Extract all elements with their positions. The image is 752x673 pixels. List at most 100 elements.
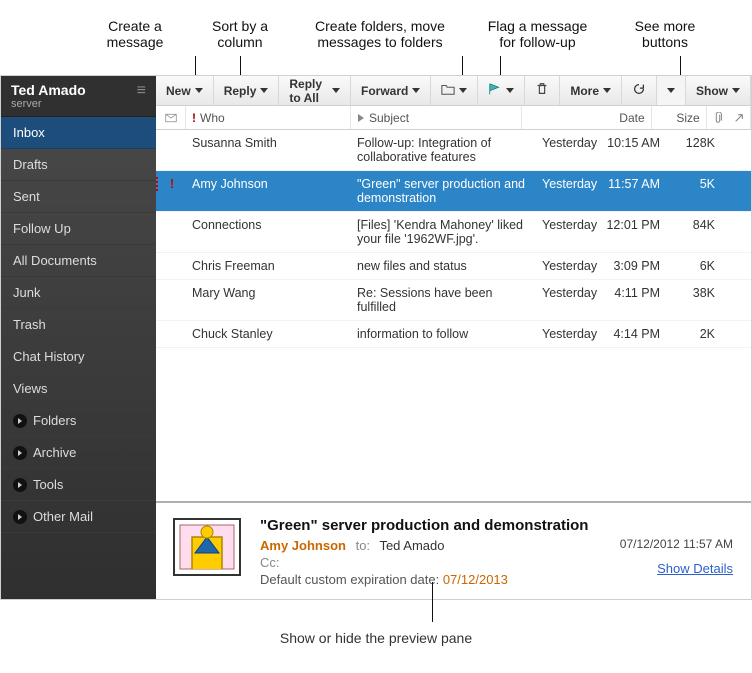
sidebar-server: server xyxy=(11,98,86,110)
sidebar-item-sent[interactable]: Sent xyxy=(1,181,156,213)
folder-icon xyxy=(441,82,455,99)
message-row[interactable]: Chris Freemannew files and statusYesterd… xyxy=(156,253,751,280)
show-details-link[interactable]: Show Details xyxy=(657,561,733,576)
sidebar-item-label: Inbox xyxy=(13,125,45,140)
subject-column[interactable]: Subject xyxy=(351,106,522,129)
sidebar-item-archive[interactable]: Archive xyxy=(1,437,156,469)
menu-icon[interactable]: ≡ xyxy=(137,82,146,100)
show-button[interactable]: Show xyxy=(686,76,751,105)
chevron-down-icon xyxy=(667,88,675,93)
new-button[interactable]: New xyxy=(156,76,214,105)
sidebar-item-tools[interactable]: Tools xyxy=(1,469,156,501)
subject-cell: "Green" server production and demonstrat… xyxy=(351,177,536,205)
who-column[interactable]: !Who xyxy=(186,106,351,129)
sidebar-item-drafts[interactable]: Drafts xyxy=(1,149,156,181)
sidebar-item-junk[interactable]: Junk xyxy=(1,277,156,309)
subject-cell: [Files] 'Kendra Mahoney' liked your file… xyxy=(351,218,536,246)
message-row[interactable]: Connections[Files] 'Kendra Mahoney' like… xyxy=(156,212,751,253)
sidebar-item-views[interactable]: Views xyxy=(1,373,156,405)
who-cell: Susanna Smith xyxy=(186,136,351,150)
preview-cc-label: Cc: xyxy=(260,555,280,570)
message-row[interactable]: Susanna SmithFollow-up: Integration of c… xyxy=(156,130,751,171)
flag-button[interactable] xyxy=(478,76,525,105)
refresh-button[interactable] xyxy=(622,76,657,105)
subject-cell: information to follow xyxy=(351,327,536,341)
arrow-icon xyxy=(734,113,744,123)
sidebar-item-label: Follow Up xyxy=(13,221,71,236)
top-callouts: Create a message Sort by a column Create… xyxy=(0,0,752,75)
mail-app: Ted Amado server ≡ Inbox Drafts Sent Follow… xyxy=(0,75,752,600)
column-headers: !Who Subject Date Size xyxy=(156,106,751,130)
checkbox-column[interactable] xyxy=(156,106,186,129)
sidebar-item-trash[interactable]: Trash xyxy=(1,309,156,341)
size-cell: 38K xyxy=(666,286,721,300)
date-cell: Yesterday4:14 PM xyxy=(536,327,666,341)
sidebar-item-label: Drafts xyxy=(13,157,48,172)
flag-cell: ! xyxy=(156,177,186,191)
sidebar-item-label: Junk xyxy=(13,285,40,300)
message-row[interactable]: ! Amy Johnson"Green" server production an… xyxy=(156,171,751,212)
sidebar-item-inbox[interactable]: Inbox xyxy=(1,117,156,149)
sidebar-item-follow-up[interactable]: Follow Up xyxy=(1,213,156,245)
overflow-button[interactable] xyxy=(657,76,686,105)
sidebar-item-label: Folders xyxy=(33,413,76,428)
who-cell: Mary Wang xyxy=(186,286,351,300)
message-row[interactable]: Mary WangRe: Sessions have been fulfille… xyxy=(156,280,751,321)
chevron-down-icon xyxy=(332,88,340,93)
folder-button[interactable] xyxy=(431,76,478,105)
refresh-icon xyxy=(632,82,646,99)
preview-pane: "Green" server production and demonstrat… xyxy=(156,501,751,599)
reply-all-button[interactable]: Reply to All xyxy=(279,76,351,105)
date-cell: Yesterday10:15 AM xyxy=(536,136,666,150)
size-cell: 128K xyxy=(666,136,721,150)
chevron-right-icon xyxy=(13,446,27,460)
more-button[interactable]: More xyxy=(560,76,622,105)
attachment-column[interactable] xyxy=(707,106,751,129)
sidebar-item-label: Archive xyxy=(33,445,76,460)
sidebar-item-label: Sent xyxy=(13,189,40,204)
sidebar-item-all-documents[interactable]: All Documents xyxy=(1,245,156,277)
size-cell: 2K xyxy=(666,327,721,341)
sidebar-item-label: Chat History xyxy=(13,349,85,364)
chevron-down-icon xyxy=(260,88,268,93)
priority-flag-icon: ! xyxy=(170,177,174,191)
preview-to: Ted Amado xyxy=(379,538,444,553)
size-cell: 5K xyxy=(666,177,721,191)
chevron-right-icon xyxy=(13,414,27,428)
size-column[interactable]: Size xyxy=(652,106,707,129)
reply-button[interactable]: Reply xyxy=(214,76,280,105)
message-list: Susanna SmithFollow-up: Integration of c… xyxy=(156,130,751,501)
sidebar-header: Ted Amado server ≡ xyxy=(1,76,156,117)
paperclip-icon xyxy=(713,112,723,124)
trash-button[interactable] xyxy=(525,76,560,105)
date-column[interactable]: Date xyxy=(522,106,652,129)
callout-create-message: Create a message xyxy=(95,18,175,50)
sidebar-item-folders[interactable]: Folders xyxy=(1,405,156,437)
callout-flag-message: Flag a message for follow-up xyxy=(480,18,595,50)
chevron-down-icon xyxy=(412,88,420,93)
bottom-callout: Show or hide the preview pane xyxy=(0,600,752,656)
who-cell: Amy Johnson xyxy=(186,177,351,191)
preview-to-label: to: xyxy=(356,538,370,553)
toolbar: New Reply Reply to All Forward More Show xyxy=(156,76,751,106)
subject-cell: Re: Sessions have been fulfilled xyxy=(351,286,536,314)
date-cell: Yesterday12:01 PM xyxy=(536,218,666,232)
envelope-icon xyxy=(165,113,177,123)
chevron-down-icon xyxy=(506,88,514,93)
sidebar-item-label: Tools xyxy=(33,477,63,492)
message-row[interactable]: Chuck Stanleyinformation to followYester… xyxy=(156,321,751,348)
sidebar-item-label: Views xyxy=(13,381,47,396)
sidebar-item-chat-history[interactable]: Chat History xyxy=(1,341,156,373)
forward-button[interactable]: Forward xyxy=(351,76,431,105)
preview-from[interactable]: Amy Johnson xyxy=(260,538,346,553)
preview-subject: "Green" server production and demonstrat… xyxy=(260,517,735,534)
sidebar-item-label: Trash xyxy=(13,317,46,332)
chevron-down-icon xyxy=(195,88,203,93)
preview-sender-icon xyxy=(172,517,242,577)
size-cell: 84K xyxy=(666,218,721,232)
callout-see-more: See more buttons xyxy=(625,18,705,50)
triangle-right-icon xyxy=(357,113,365,123)
sidebar-item-other-mail[interactable]: Other Mail xyxy=(1,501,156,533)
date-cell: Yesterday4:11 PM xyxy=(536,286,666,300)
size-cell: 6K xyxy=(666,259,721,273)
